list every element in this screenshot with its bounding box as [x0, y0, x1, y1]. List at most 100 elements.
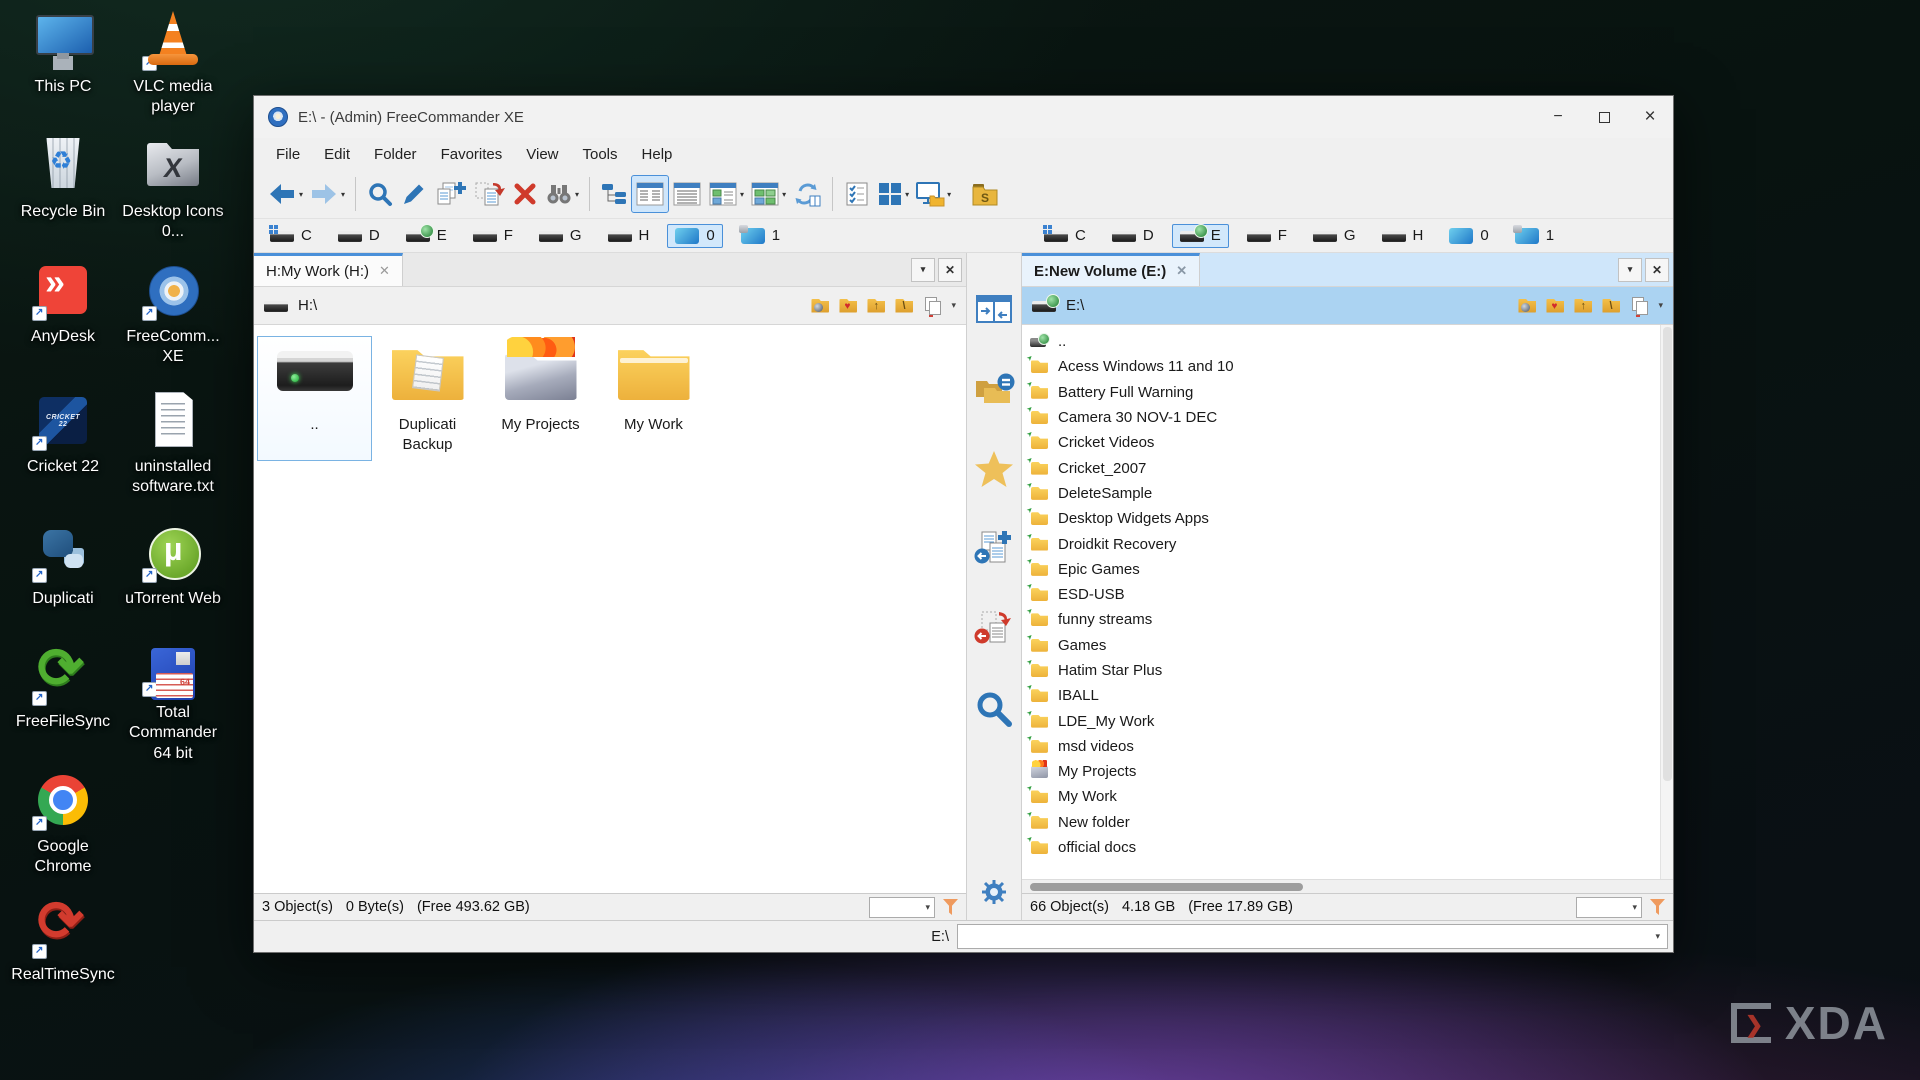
list-view-button[interactable]: [631, 175, 669, 213]
chevron-down-icon[interactable]: ▾: [951, 300, 956, 311]
tab-close-icon[interactable]: ✕: [1176, 263, 1187, 279]
filter-combo[interactable]: ▾: [1576, 897, 1642, 918]
file-row-cricket-videos[interactable]: Cricket Videos: [1022, 430, 1673, 455]
drive-tab-left-F[interactable]: F: [465, 224, 521, 248]
menu-edit[interactable]: Edit: [312, 138, 362, 170]
desktop-icon-desktop-icons-0[interactable]: Desktop Icons 0...: [118, 129, 228, 254]
chevron-down-icon[interactable]: ▾: [575, 190, 579, 199]
favorites-star-button[interactable]: [972, 449, 1016, 489]
menu-favorites[interactable]: Favorites: [429, 138, 515, 170]
file-tile-my-projects[interactable]: My Projects: [484, 337, 597, 460]
file-row-cricket-2007[interactable]: Cricket_2007: [1022, 455, 1673, 480]
desktop-icon-total-commander-64-bit[interactable]: Total Commander 64 bit: [118, 639, 228, 764]
drive-tab-left-0[interactable]: 0: [667, 224, 722, 248]
file-row-hatim-star-plus[interactable]: Hatim Star Plus: [1022, 658, 1673, 683]
desktop-icon-duplicati[interactable]: Duplicati: [8, 516, 118, 639]
tab-close-icon[interactable]: ✕: [379, 263, 390, 279]
desktop-icon-cricket-22[interactable]: Cricket 22: [8, 384, 118, 516]
file-row-games[interactable]: Games: [1022, 633, 1673, 658]
file-tile-my-work[interactable]: My Work: [597, 337, 710, 460]
show-desktop-button[interactable]: ▾: [912, 175, 954, 213]
file-row-desktop-widgets-apps[interactable]: Desktop Widgets Apps: [1022, 506, 1673, 531]
folder-up-icon[interactable]: [867, 298, 886, 314]
file-row-camera-30-nov-1-dec[interactable]: Camera 30 NOV-1 DEC: [1022, 405, 1673, 430]
drive-tab-right-C[interactable]: C: [1036, 224, 1094, 248]
folder-favorites-icon[interactable]: [1546, 298, 1565, 314]
menu-file[interactable]: File: [264, 138, 312, 170]
move-to-other-panel-button[interactable]: [972, 609, 1016, 649]
drive-tab-right-E[interactable]: E: [1172, 224, 1229, 248]
folder-favorites-icon[interactable]: [839, 298, 858, 314]
file-row-esd-usb[interactable]: ESD-USB: [1022, 582, 1673, 607]
drive-tab-left-C[interactable]: C: [262, 224, 320, 248]
close-button[interactable]: ×: [1627, 96, 1673, 138]
folder-history-icon[interactable]: [811, 298, 830, 314]
file-row-funny-streams[interactable]: funny streams: [1022, 607, 1673, 632]
tab-h-my-work[interactable]: H:My Work (H:) ✕: [254, 253, 403, 286]
drive-tab-left-G[interactable]: G: [531, 224, 590, 248]
file-row-battery-full-warning[interactable]: Battery Full Warning: [1022, 380, 1673, 405]
scrollbar-thumb[interactable]: [1030, 883, 1303, 891]
grid-view-button[interactable]: ▾: [874, 175, 912, 213]
back-button[interactable]: ▾: [264, 175, 306, 213]
menu-tools[interactable]: Tools: [571, 138, 630, 170]
tab-e-new-volume[interactable]: E:New Volume (E:) ✕: [1022, 253, 1200, 286]
folder-root-icon[interactable]: [1602, 298, 1621, 314]
folder-up-icon[interactable]: [1574, 298, 1593, 314]
drive-tab-left-D[interactable]: D: [330, 224, 388, 248]
sync-settings-button[interactable]: [972, 872, 1016, 912]
swap-panels-button[interactable]: [972, 289, 1016, 329]
menu-view[interactable]: View: [514, 138, 570, 170]
desktop-icon-this-pc[interactable]: This PC: [8, 4, 118, 129]
drive-tab-left-H[interactable]: H: [600, 224, 658, 248]
compare-folders-button[interactable]: [972, 369, 1016, 409]
command-input[interactable]: ▾: [957, 924, 1668, 949]
drive-tab-right-F[interactable]: F: [1239, 224, 1295, 248]
copy-to-other-panel-button[interactable]: [972, 529, 1016, 569]
tab-list-dropdown[interactable]: ▾: [911, 258, 935, 282]
chevron-down-icon[interactable]: ▾: [782, 190, 786, 199]
folder-history-icon[interactable]: [1518, 298, 1537, 314]
drive-tab-left-E[interactable]: E: [398, 224, 455, 248]
file-row-epic-games[interactable]: Epic Games: [1022, 557, 1673, 582]
file-row-my-projects[interactable]: My Projects: [1022, 759, 1673, 784]
edit-button[interactable]: [397, 175, 431, 213]
search-button[interactable]: [363, 175, 397, 213]
chevron-down-icon[interactable]: ▾: [905, 190, 909, 199]
chevron-down-icon[interactable]: ▾: [1655, 931, 1660, 942]
folder-root-icon[interactable]: [895, 298, 914, 314]
desktop-icon-freefilesync[interactable]: FreeFileSync: [8, 639, 118, 764]
file-row-lde-my-work[interactable]: LDE_My Work: [1022, 708, 1673, 733]
desktop-icon-freecomm-xe[interactable]: FreeComm... XE: [118, 254, 228, 384]
drive-tab-left-1[interactable]: 1: [733, 224, 788, 248]
large-thumbnails-button[interactable]: ▾: [747, 175, 789, 213]
forward-button[interactable]: ▾: [306, 175, 348, 213]
checklist-button[interactable]: [840, 175, 874, 213]
find-button[interactable]: ▾: [542, 175, 582, 213]
tree-view-button[interactable]: [597, 175, 631, 213]
s-folder-button[interactable]: S: [968, 175, 1002, 213]
desktop-icon-google-chrome[interactable]: Google Chrome: [8, 764, 118, 892]
paste-button[interactable]: [470, 175, 508, 213]
chevron-down-icon[interactable]: ▾: [1658, 300, 1663, 311]
vertical-scrollbar[interactable]: [1660, 325, 1673, 879]
file-row-msd-videos[interactable]: msd videos: [1022, 734, 1673, 759]
desktop-icon-utorrent-web[interactable]: uTorrent Web: [118, 516, 228, 639]
file-tile-[interactable]: ..: [258, 337, 371, 460]
drive-tab-right-G[interactable]: G: [1305, 224, 1364, 248]
file-row-droidkit-recovery[interactable]: Droidkit Recovery: [1022, 531, 1673, 556]
panel-close-button[interactable]: ✕: [938, 258, 962, 282]
chevron-down-icon[interactable]: ▾: [341, 190, 345, 199]
title-bar[interactable]: E:\ - (Admin) FreeCommander XE − ×: [254, 96, 1673, 138]
filter-funnel-icon[interactable]: [1650, 899, 1665, 915]
drive-tab-right-H[interactable]: H: [1374, 224, 1432, 248]
delete-button[interactable]: [508, 175, 542, 213]
file-row-iball[interactable]: IBALL: [1022, 683, 1673, 708]
drive-tab-right-0[interactable]: 0: [1441, 224, 1496, 248]
desktop-icon-recycle-bin[interactable]: Recycle Bin: [8, 129, 118, 254]
refresh-button[interactable]: [789, 175, 825, 213]
file-row-[interactable]: ..: [1022, 329, 1673, 354]
copy-path-icon[interactable]: [923, 297, 942, 314]
desktop-icon-uninstalled-software-txt[interactable]: uninstalled software.txt: [118, 384, 228, 516]
drive-tab-right-1[interactable]: 1: [1507, 224, 1562, 248]
